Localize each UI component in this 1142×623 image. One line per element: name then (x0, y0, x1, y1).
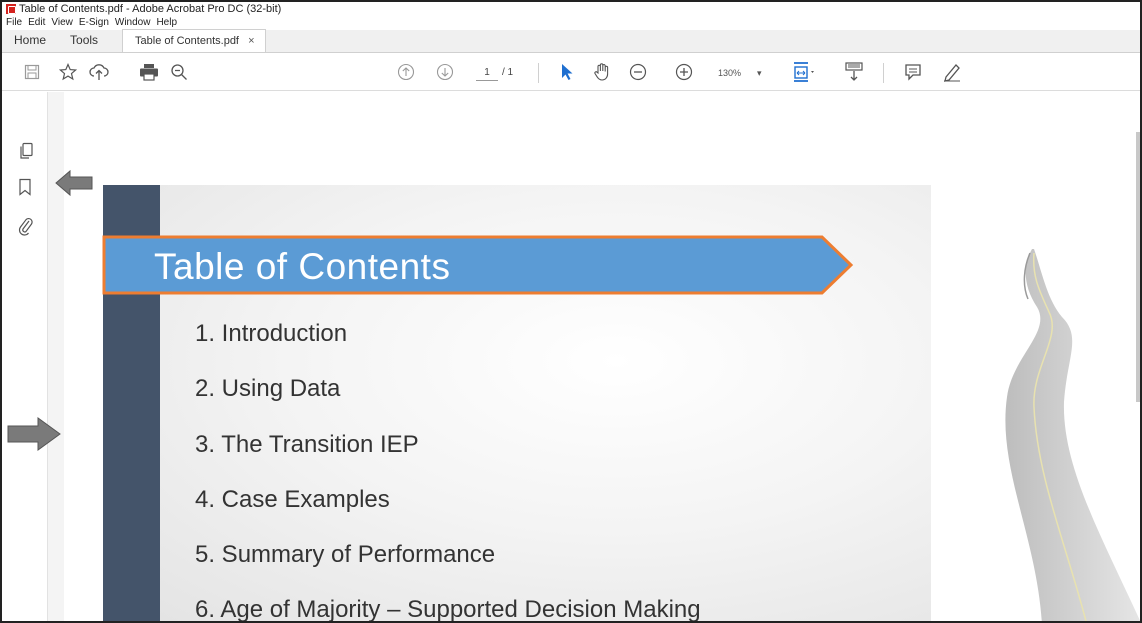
toc-item: 1. Introduction (195, 320, 348, 347)
upload-icon[interactable] (88, 62, 110, 82)
pointer-arrow-right-icon (7, 417, 61, 451)
tab-bar: Home Tools Table of Contents.pdf × (2, 29, 1140, 53)
menu-file[interactable]: File (6, 16, 22, 30)
menu-bar: File Edit View E-Sign Window Help (2, 16, 1140, 30)
comment-icon[interactable] (902, 62, 924, 82)
tab-home[interactable]: Home (2, 29, 58, 52)
toc-item: 5. Summary of Performance (195, 541, 496, 569)
toc-item: 6. Age of Majority – Supported Decision … (195, 596, 701, 623)
menu-edit[interactable]: Edit (28, 16, 45, 30)
toolbar-separator-2 (883, 63, 884, 83)
tab-document[interactable]: Table of Contents.pdf × (122, 29, 266, 52)
menu-view[interactable]: View (51, 16, 73, 30)
fit-page-icon[interactable] (792, 62, 818, 82)
title-bar: Table of Contents.pdf - Adobe Acrobat Pr… (2, 2, 1140, 16)
window-title: Table of Contents.pdf - Adobe Acrobat Pr… (19, 3, 282, 15)
toc-list: 1. Introduction 2. Using Data 3. The Tra… (195, 312, 701, 623)
page-number-input[interactable]: 1 (476, 65, 498, 81)
zoom-out-icon[interactable] (628, 62, 648, 82)
select-cursor-icon[interactable] (558, 62, 576, 82)
hand-tool-icon[interactable] (591, 62, 613, 82)
page-thumbnails-icon[interactable] (18, 142, 34, 165)
tab-document-label: Table of Contents.pdf (135, 35, 239, 47)
search-icon[interactable] (168, 62, 190, 82)
menu-window[interactable]: Window (115, 16, 151, 30)
scroll-mode-icon[interactable] (843, 62, 865, 82)
next-page-icon[interactable] (435, 62, 455, 82)
zoom-level[interactable]: 130% (718, 65, 741, 81)
save-icon[interactable] (22, 62, 42, 82)
bookmarks-icon[interactable] (18, 178, 32, 201)
bookmark-star-icon[interactable] (57, 62, 79, 82)
toc-item: 4. Case Examples (195, 485, 390, 513)
toc-item: 2. Using Data (195, 375, 341, 403)
print-icon[interactable] (138, 62, 160, 82)
highlight-pen-icon[interactable] (941, 62, 963, 82)
close-tab-icon[interactable]: × (248, 35, 254, 47)
tab-tools[interactable]: Tools (58, 29, 110, 52)
toolbar-separator (538, 63, 539, 83)
toolbar: 1 / 1 130% ▾ (2, 53, 1140, 91)
acrobat-logo-icon (6, 4, 16, 14)
pointer-arrow-left-icon (55, 169, 93, 197)
slide-title: Table of Contents (154, 246, 451, 287)
vertical-scrollbar[interactable] (1136, 132, 1140, 402)
menu-esign[interactable]: E-Sign (79, 16, 109, 30)
page-total: / 1 (502, 67, 514, 78)
zoom-dropdown-icon[interactable]: ▾ (757, 65, 762, 81)
attachments-icon[interactable] (18, 216, 34, 241)
zoom-in-icon[interactable] (674, 62, 694, 82)
toc-item: 3. The Transition IEP (195, 430, 419, 458)
road-illustration (1005, 249, 1140, 621)
menu-help[interactable]: Help (156, 16, 177, 30)
prev-page-icon[interactable] (396, 62, 416, 82)
acrobat-window: Table of Contents.pdf - Adobe Acrobat Pr… (0, 0, 1142, 623)
